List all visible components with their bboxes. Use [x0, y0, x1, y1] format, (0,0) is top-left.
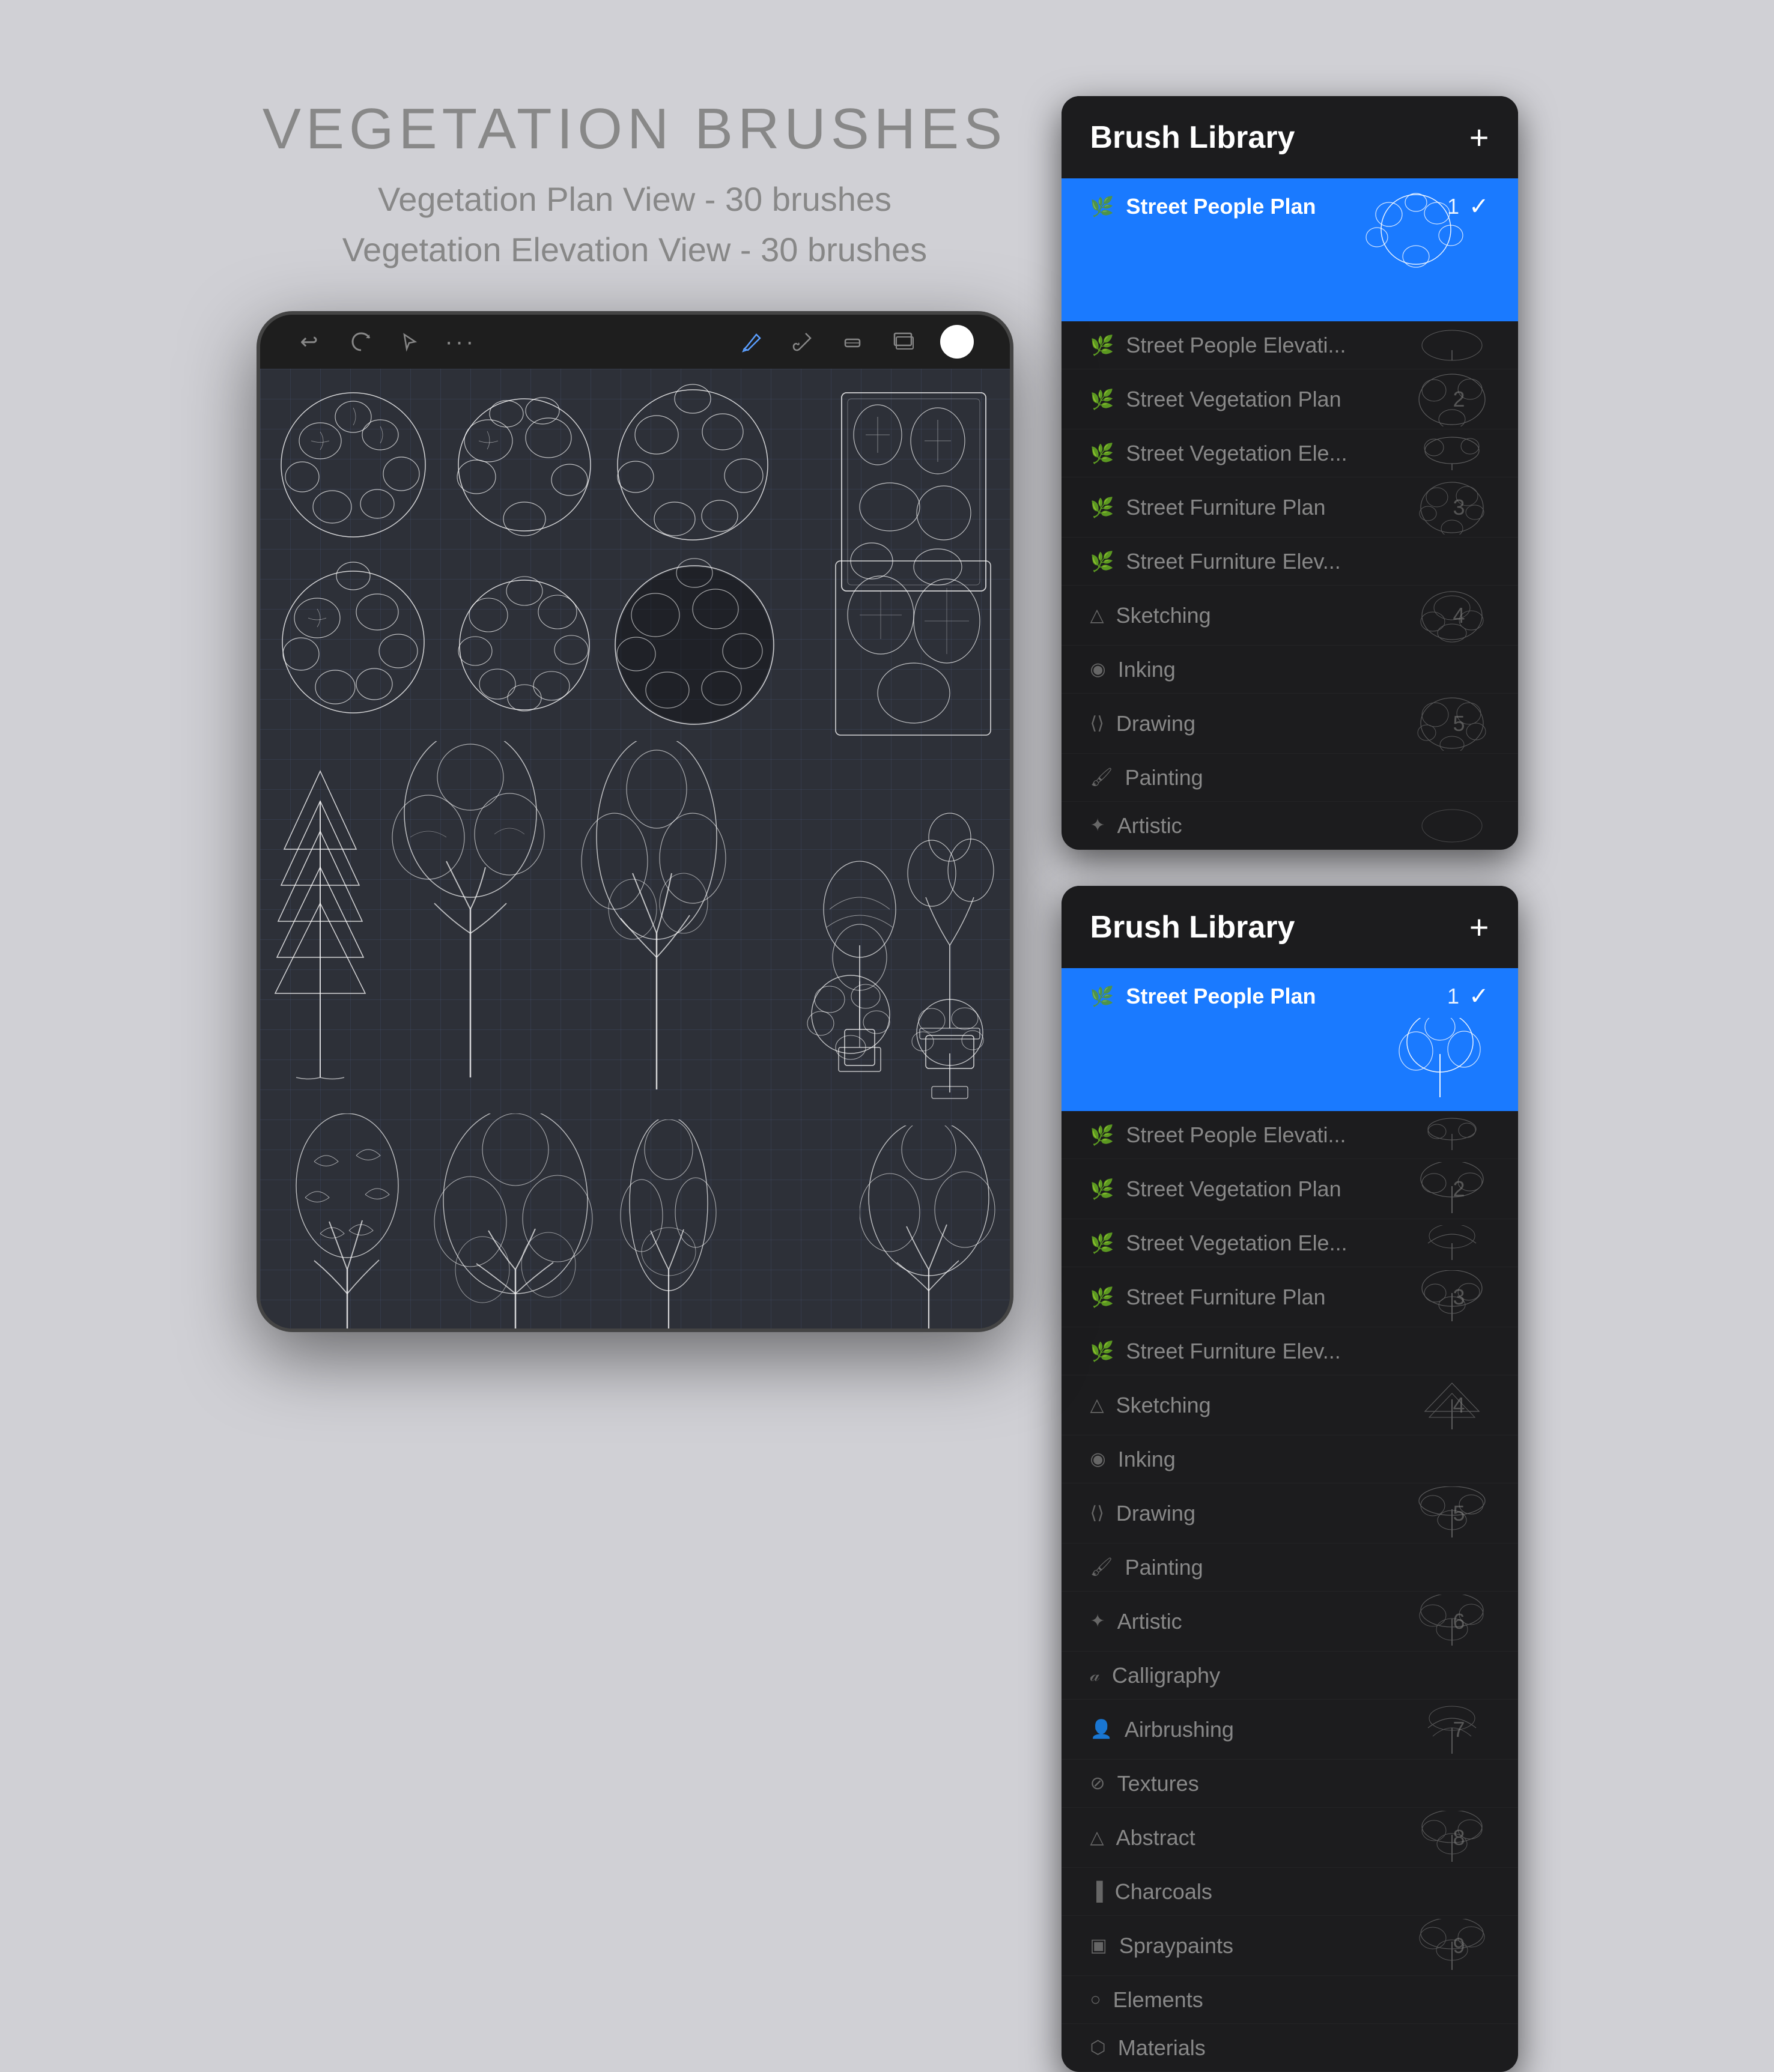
brush-row-street-veg-plan-2[interactable]: 🌿 Street Vegetation Plan 2: [1062, 1159, 1518, 1219]
brush-row-drawing-2[interactable]: ⟨⟩ Drawing 5: [1062, 1483, 1518, 1543]
toolbar-left: ↩ ···: [296, 329, 474, 355]
selected-brush-row-2[interactable]: 🌿 Street People Plan 1 ✓: [1062, 968, 1518, 1111]
undo-icon[interactable]: ↩: [296, 329, 323, 355]
right-section: Brush Library + 🌿 Street People Plan 1 ✓: [1062, 96, 1518, 2072]
selected-checkmark-2: ✓: [1469, 983, 1489, 1010]
brush-library-header-1: Brush Library +: [1062, 96, 1518, 178]
tablet-toolbar: ↩ ···: [260, 315, 1010, 369]
main-container: VEGETATION BRUSHES Vegetation Plan View …: [0, 0, 1774, 1774]
tablet-canvas[interactable]: [260, 369, 1010, 1328]
brush-row-painting-2[interactable]: 🖌 Painting: [1062, 1543, 1518, 1592]
redo-icon[interactable]: [347, 329, 373, 355]
brush-row-materials-2[interactable]: ⬡ Materials: [1062, 2024, 1518, 2072]
brush-row-textures-2[interactable]: ⊘ Textures: [1062, 1760, 1518, 1808]
main-title: VEGETATION BRUSHES: [263, 96, 1007, 162]
brush-row-charcoals-2[interactable]: ▐ Charcoals: [1062, 1868, 1518, 1916]
layers-tool-icon[interactable]: [890, 329, 916, 355]
subtitle-line-2: Vegetation Elevation View - 30 brushes: [263, 225, 1007, 275]
brush-library-panel-2: Brush Library + 🌿 Street People Plan 1 ✓: [1062, 886, 1518, 2072]
brush-library-header-2: Brush Library +: [1062, 886, 1518, 968]
brush-row-inking-1[interactable]: ◉ Inking: [1062, 646, 1518, 694]
brush-library-title-1: Brush Library: [1090, 120, 1295, 156]
brush-row-spraypaints-2[interactable]: ▣ Spraypaints 9: [1062, 1916, 1518, 1976]
eraser-tool-icon[interactable]: [839, 329, 866, 355]
brush-row-street-veg-ele-2[interactable]: 🌿 Street Vegetation Ele...: [1062, 1219, 1518, 1267]
selected-brush-name-2: Street People Plan: [1126, 984, 1447, 1009]
add-brush-button-2[interactable]: +: [1469, 907, 1489, 947]
brush-row-street-people-elev-2[interactable]: 🌿 Street People Elevati...: [1062, 1111, 1518, 1159]
title-area: VEGETATION BRUSHES Vegetation Plan View …: [263, 96, 1007, 275]
brush-library-title-2: Brush Library: [1090, 909, 1295, 945]
brush-row-elements-2[interactable]: ○ Elements: [1062, 1976, 1518, 2024]
brush-row-drawing-1[interactable]: ⟨⟩ Drawing 5: [1062, 694, 1518, 754]
toolbar-right: [738, 325, 974, 359]
brush-row-artistic-1[interactable]: ✦ Artistic: [1062, 802, 1518, 850]
selected-brush-number-2: 1: [1447, 984, 1459, 1009]
brush-row-airbrushing-2[interactable]: 👤 Airbrushing 7: [1062, 1700, 1518, 1760]
color-picker[interactable]: [940, 325, 974, 359]
brush-row-street-veg-plan-1[interactable]: 🌿 Street Vegetation Plan 2: [1062, 369, 1518, 429]
brush-row-street-people-elev-1[interactable]: 🌿 Street People Elevati...: [1062, 321, 1518, 369]
brush-row-street-furn-ele-1[interactable]: 🌿 Street Furniture Elev...: [1062, 538, 1518, 586]
tablet-device: ↩ ···: [257, 311, 1013, 1332]
pointer-icon[interactable]: [397, 329, 424, 355]
brush-row-street-furn-plan-2[interactable]: 🌿 Street Furniture Plan 3: [1062, 1267, 1518, 1327]
more-options-icon[interactable]: ···: [448, 329, 474, 355]
brush-row-sketching-2[interactable]: △ Sketching 4: [1062, 1375, 1518, 1435]
add-brush-button-1[interactable]: +: [1469, 118, 1489, 157]
brush-row-inking-2[interactable]: ◉ Inking: [1062, 1435, 1518, 1483]
brush-row-abstract-2[interactable]: △ Abstract 8: [1062, 1808, 1518, 1868]
brush-row-calligraphy-2[interactable]: 𝒶 Calligraphy: [1062, 1652, 1518, 1700]
brush-library-panel-1: Brush Library + 🌿 Street People Plan 1 ✓: [1062, 96, 1518, 850]
left-section: VEGETATION BRUSHES Vegetation Plan View …: [257, 96, 1013, 1332]
pencil-tool-icon[interactable]: [738, 329, 765, 355]
selected-brush-row-1[interactable]: 🌿 Street People Plan 1 ✓: [1062, 178, 1518, 321]
subtitle-line-1: Vegetation Plan View - 30 brushes: [263, 174, 1007, 225]
brush-row-sketching-1[interactable]: △ Sketching 4: [1062, 586, 1518, 646]
brush-row-street-furn-plan-1[interactable]: 🌿 Street Furniture Plan 3: [1062, 477, 1518, 538]
brush-tool-icon[interactable]: [789, 329, 815, 355]
brush-row-painting-1[interactable]: 🖌 Painting: [1062, 754, 1518, 802]
brush-row-artistic-2[interactable]: ✦ Artistic 6: [1062, 1592, 1518, 1652]
brush-row-street-furn-ele-2[interactable]: 🌿 Street Furniture Elev...: [1062, 1327, 1518, 1375]
brush-row-street-veg-ele-1[interactable]: 🌿 Street Vegetation Ele...: [1062, 429, 1518, 477]
